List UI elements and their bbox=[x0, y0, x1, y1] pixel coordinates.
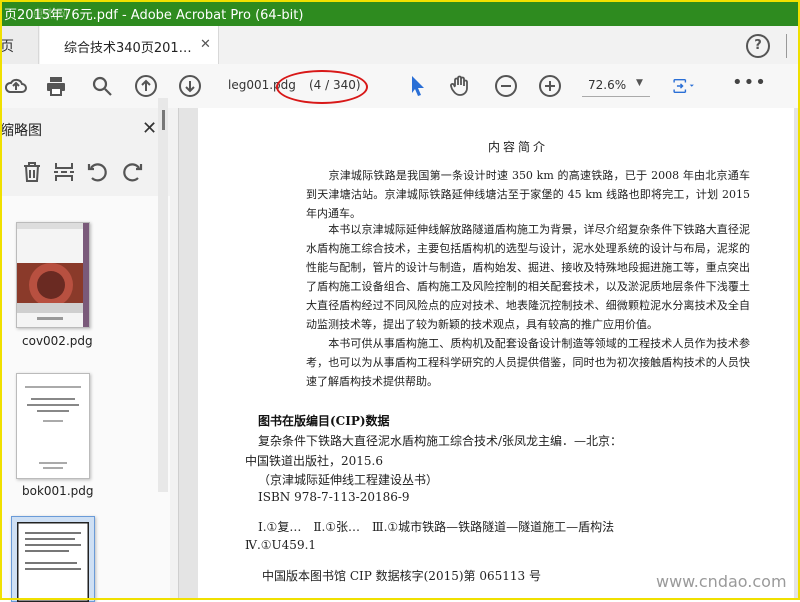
thumbnail-tools bbox=[0, 158, 178, 194]
select-cursor-icon[interactable] bbox=[406, 74, 430, 98]
rotate-left-icon[interactable] bbox=[86, 160, 110, 184]
zoom-level-field[interactable]: 72.6% bbox=[588, 78, 626, 92]
tab-divider bbox=[786, 34, 787, 58]
toolbar: leg001.pdg (4 / 340) 72.6% ▼ ••• bbox=[0, 64, 800, 109]
watermark-logo: 卓杰网 bbox=[32, 7, 69, 21]
zoom-underline bbox=[582, 96, 650, 97]
thumbnail-title-page[interactable] bbox=[16, 373, 90, 479]
cip-heading: 图书在版编目(CIP)数据 bbox=[258, 414, 390, 428]
page-fit-icon[interactable] bbox=[672, 74, 706, 98]
thumbnail-panel-title: 缩略图 bbox=[0, 123, 42, 139]
cip-line-6: Ⅳ.①U459.1 bbox=[245, 538, 317, 552]
thumbnail-scrollbar[interactable] bbox=[158, 98, 168, 492]
cip-line-1: 复杂条件下铁路大直径泥水盾构施工综合技术/张凤龙主编．—北京： bbox=[258, 434, 623, 448]
document-paragraph-3: 本书可供从事盾构施工、质构机及配套设备设计制造等领域的工程技术人员作为技术参考，… bbox=[306, 337, 750, 388]
previous-page-icon[interactable] bbox=[134, 74, 158, 98]
tab-home-label: 页 bbox=[0, 39, 14, 55]
document-paragraph-2: 本书以京津城际延伸线解放路隧道盾构施工为背景，详尽介绍复杂条件下铁路大直径泥水盾… bbox=[306, 223, 750, 331]
next-page-icon[interactable] bbox=[178, 74, 202, 98]
site-watermark: www.cndao.com bbox=[656, 572, 787, 591]
zoom-dropdown-icon[interactable]: ▼ bbox=[636, 78, 643, 88]
tab-document-label: 综合技术340页201… bbox=[64, 41, 192, 56]
annotation-highlight-oval bbox=[276, 70, 368, 104]
zoom-out-icon[interactable] bbox=[494, 74, 518, 98]
cip-line-7: 中国版本图书馆 CIP 数据核字(2015)第 065113 号 bbox=[262, 569, 541, 583]
tab-close-icon[interactable]: ✕ bbox=[200, 37, 211, 52]
document-paragraph-1: 京津城际铁路是我国第一条设计时速 350 km 的高速铁路，已于 2008 年由… bbox=[306, 169, 750, 220]
cip-line-5: Ⅰ.①复… Ⅱ.①张… Ⅲ.①城市铁路—铁路隧道—隧道施工—盾构法 bbox=[258, 520, 615, 534]
tab-bar: 页 综合技术340页201… ✕ bbox=[0, 26, 800, 65]
print-icon[interactable] bbox=[44, 74, 68, 98]
rotate-right-icon[interactable] bbox=[120, 160, 144, 184]
thumbnail-label-title-page: bok001.pdg bbox=[22, 484, 94, 498]
tab-document[interactable]: 综合技术340页201… ✕ bbox=[40, 26, 219, 64]
split-page-icon[interactable] bbox=[52, 160, 76, 184]
search-icon[interactable] bbox=[90, 74, 114, 98]
zoom-in-icon[interactable] bbox=[538, 74, 562, 98]
title-bar: 页2015年76元.pdf - Adobe Acrobat Pro (64-bi… bbox=[0, 0, 800, 26]
thumbnail-selected[interactable] bbox=[11, 516, 95, 602]
upload-icon[interactable] bbox=[4, 74, 28, 98]
delete-page-icon[interactable] bbox=[20, 160, 44, 184]
tab-home[interactable]: 页 bbox=[0, 26, 39, 64]
thumbnail-label-cover: cov002.pdg bbox=[22, 334, 93, 348]
hand-tool-icon[interactable] bbox=[448, 74, 472, 98]
panel-close-icon[interactable]: ✕ bbox=[142, 118, 157, 139]
thumbnail-scroll-thumb[interactable] bbox=[162, 110, 165, 130]
more-options-icon[interactable]: ••• bbox=[732, 72, 767, 93]
help-icon[interactable]: ? bbox=[746, 34, 770, 58]
cip-line-4: ISBN 978-7-113-20186-9 bbox=[258, 490, 410, 504]
cip-line-3: （京津城际延伸线工程建设丛书） bbox=[258, 473, 439, 487]
document-heading: 内容简介 bbox=[488, 140, 549, 154]
cip-line-2: 中国铁道出版社，2015.6 bbox=[245, 454, 383, 468]
thumbnail-cover[interactable] bbox=[16, 222, 90, 328]
